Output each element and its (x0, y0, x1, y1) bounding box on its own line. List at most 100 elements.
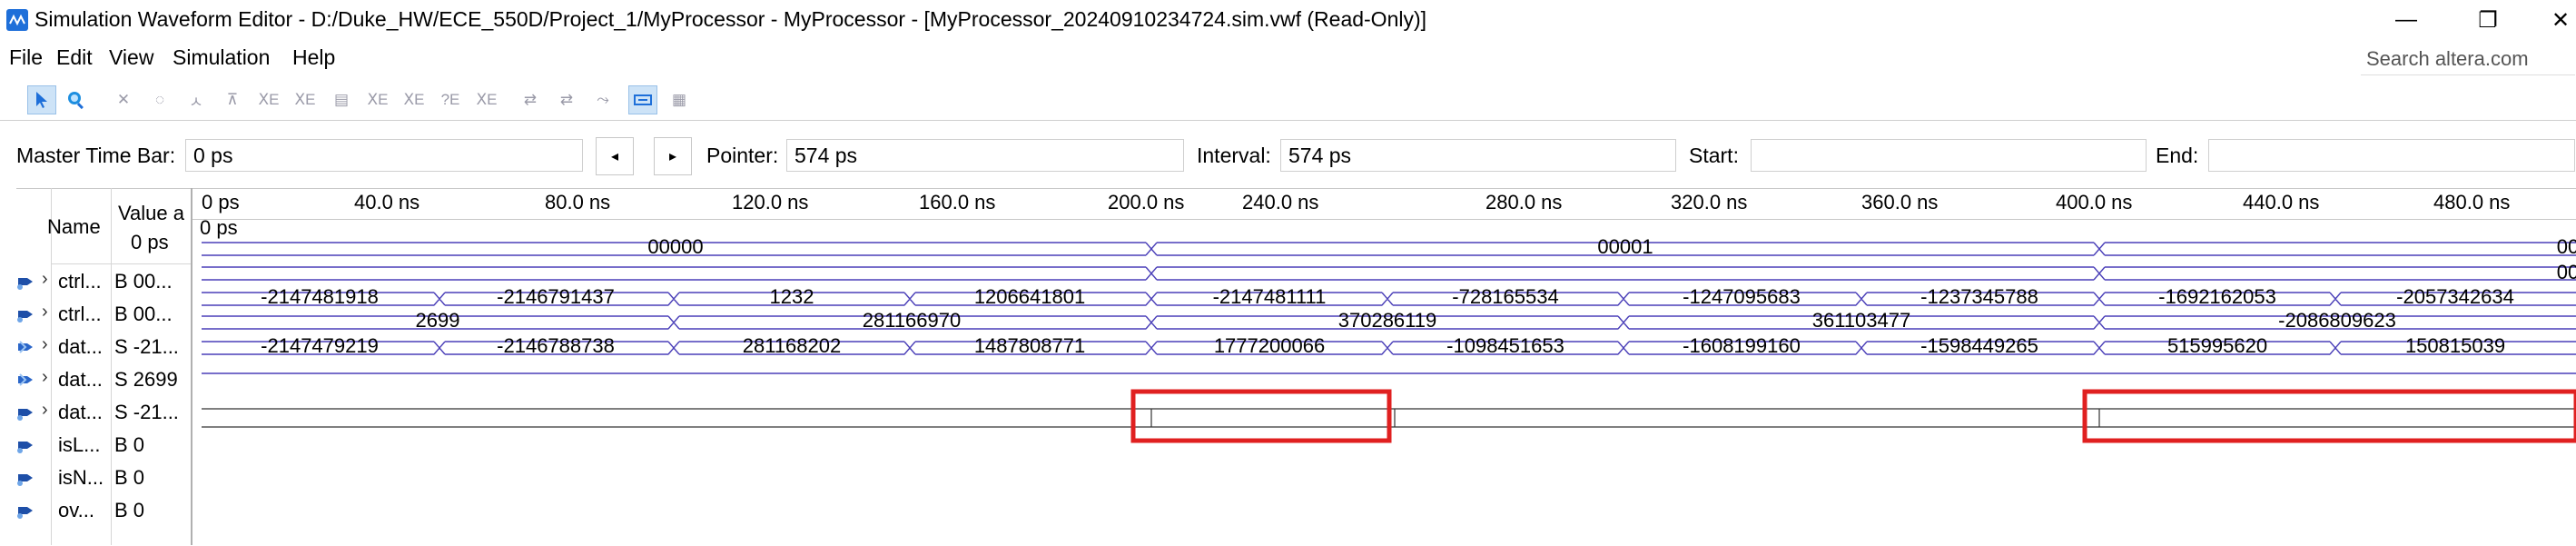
output-pin-icon (16, 436, 35, 454)
forcing-zero-icon[interactable]: ⊼ (218, 85, 247, 114)
value-column-header[interactable]: Value a (118, 202, 184, 225)
signal-name: isL... (58, 433, 101, 456)
bus-value-label: 1777200066 (1213, 334, 1326, 357)
chevron-right-icon[interactable]: › (42, 302, 48, 323)
signal-row[interactable]: › ctrl... B 00... (16, 265, 191, 298)
output-bus-icon (16, 305, 35, 323)
end-label: End: (2156, 144, 2199, 167)
arbitrary-value-icon[interactable]: ⅩE (400, 85, 429, 114)
bus-value-label: 281166970 (862, 309, 962, 332)
highlight-box (2082, 389, 2576, 443)
bus-value-label: 00000 (647, 235, 704, 258)
bus-value-label: -1692162053 (2158, 285, 2276, 308)
signal-value: B 0 (114, 499, 145, 521)
bus-value-label: -1608199160 (1683, 334, 1801, 357)
pointer-label: Pointer: (706, 144, 779, 167)
signal-row[interactable]: › ctrl... B 00... (16, 298, 191, 331)
signal-row[interactable]: › dat... S -21... (16, 396, 191, 429)
bus-value-label: 1487808771 (973, 334, 1086, 357)
bus-value-label: -2086809623 (2278, 309, 2396, 332)
clock-icon[interactable]: ▤ (327, 85, 356, 114)
forcing-low-icon[interactable]: ◌ (145, 85, 174, 114)
bus-value-label: 00001 (1597, 235, 1653, 258)
forcing-high-icon[interactable]: ㅅ (182, 85, 211, 114)
input-bus-icon (16, 371, 35, 389)
bus-value-label: 370286119 (1337, 309, 1437, 332)
pointer-field: 574 ps (786, 139, 1184, 172)
app-icon (5, 8, 29, 32)
name-column-header[interactable]: Name (47, 215, 101, 239)
start-field[interactable] (1751, 139, 2147, 172)
menu-edit[interactable]: Edit (56, 45, 93, 70)
invert-icon[interactable]: ⅩE (254, 85, 283, 114)
signal-row[interactable]: ov... B 0 (16, 494, 191, 527)
end-field[interactable] (2208, 139, 2575, 172)
signal-value: B 0 (114, 433, 145, 456)
search-input[interactable]: Search altera.com (2366, 47, 2529, 71)
window-title: Simulation Waveform Editor - D:/Duke_HW/… (35, 7, 1427, 31)
bus-value-label: -2147479219 (261, 334, 379, 357)
signal-row[interactable]: › dat... S -21... (16, 331, 191, 363)
signal-row[interactable]: isL... B 0 (16, 429, 191, 462)
output-pin-icon (16, 501, 35, 520)
bus-value-label: -1247095683 (1683, 285, 1801, 308)
waveform-canvas[interactable] (192, 188, 2576, 545)
highlight-box (1130, 389, 1392, 443)
count-value-icon[interactable]: ⅩE (291, 85, 320, 114)
menu-help[interactable]: Help (292, 45, 335, 70)
master-time-bar-field[interactable]: 0 ps (185, 139, 583, 172)
run-timing-icon[interactable]: ⇄ (552, 85, 581, 114)
output-bus-icon (16, 273, 35, 291)
value-column-time: 0 ps (131, 231, 169, 253)
bus-value-label: 1206641801 (973, 285, 1086, 308)
signal-value: B 00... (114, 303, 173, 325)
high-impedance-icon[interactable]: ⅩE (472, 85, 501, 114)
bus-value-label: -2147481918 (261, 285, 379, 308)
bus-value-label: -1237345788 (1920, 285, 2038, 308)
chevron-right-icon[interactable]: › (42, 269, 48, 290)
chevron-right-icon[interactable]: › (42, 400, 48, 421)
master-time-bar-label: Master Time Bar: (16, 144, 176, 167)
zoom-tool-icon[interactable] (62, 85, 91, 114)
signal-value: B 00... (114, 270, 173, 293)
bus-value-label: 150815039 (2404, 334, 2506, 357)
snap-to-grid-icon[interactable]: ▦ (665, 85, 694, 114)
forcing-unknown-icon[interactable]: ✕ (109, 85, 138, 114)
signal-name: ctrl... (58, 270, 102, 293)
interval-label: Interval: (1197, 144, 1271, 167)
bus-value-label: 2699 (415, 309, 460, 332)
signal-value: S -21... (114, 335, 179, 358)
selection-tool-icon[interactable] (27, 85, 56, 114)
signal-name: ov... (58, 499, 94, 521)
signal-row[interactable]: › dat... S 2699 (16, 363, 191, 396)
output-pin-icon (16, 469, 35, 487)
menu-simulation[interactable]: Simulation (173, 45, 270, 70)
close-button[interactable]: ✕ (2533, 5, 2576, 35)
input-bus-icon (16, 338, 35, 356)
signal-row[interactable]: isN... B 0 (16, 462, 191, 494)
run-functional-icon[interactable]: ⇄ (516, 85, 545, 114)
menu-bar (0, 40, 2576, 76)
snap-grid-toggle-icon[interactable] (628, 85, 657, 114)
menu-file[interactable]: File (9, 45, 43, 70)
next-transition-button[interactable]: ▸ (654, 137, 692, 175)
prev-transition-button[interactable]: ◂ (596, 137, 634, 175)
chevron-right-icon[interactable]: › (42, 367, 48, 388)
maximize-button[interactable]: ❐ (2461, 5, 2515, 35)
random-value-icon[interactable]: ⅩE (363, 85, 392, 114)
signal-value: S 2699 (114, 368, 178, 391)
start-label: Start: (1689, 144, 1739, 167)
signal-name: ctrl... (58, 303, 102, 325)
bus-value-label: -1098451653 (1446, 334, 1564, 357)
chevron-right-icon[interactable]: › (42, 334, 48, 355)
signal-name: dat... (58, 368, 103, 391)
bus-value-label: -2147481111 (1212, 285, 1327, 308)
bus-value-label: 281168202 (742, 334, 842, 357)
bus-value-label: -2057342634 (2396, 285, 2514, 308)
menu-view[interactable]: View (109, 45, 153, 70)
minimize-button[interactable]: — (2379, 5, 2433, 35)
bus-value-label: -1598449265 (1920, 334, 2038, 357)
ctrl2-bus-wave (202, 266, 2576, 281)
weak-high-icon[interactable]: ?E (436, 85, 465, 114)
group-icon[interactable]: ⤳ (588, 85, 617, 114)
